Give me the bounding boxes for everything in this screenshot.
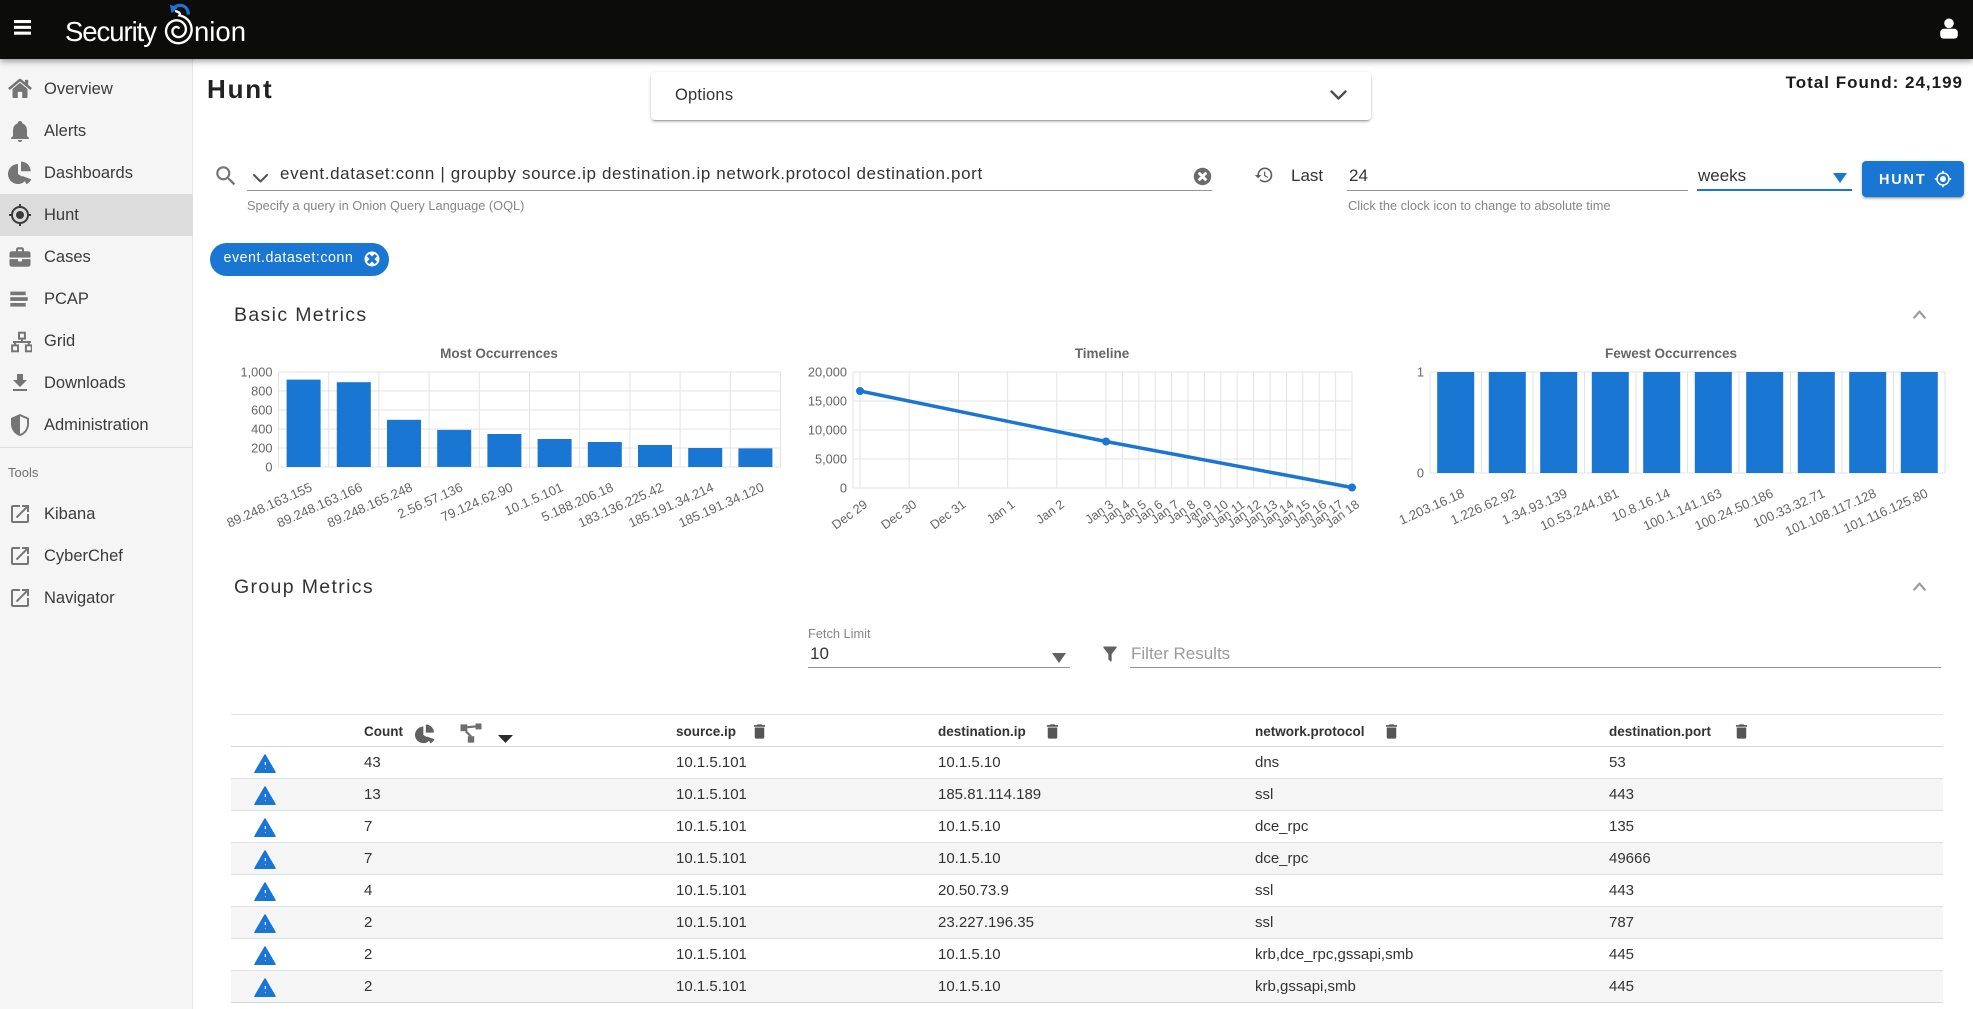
- svg-text:Jan 7: Jan 7: [1148, 497, 1181, 527]
- svg-text:Timeline: Timeline: [1075, 346, 1130, 361]
- svg-text:2.56.57.136: 2.56.57.136: [395, 480, 465, 522]
- svg-text:Jan 12: Jan 12: [1225, 497, 1264, 531]
- svg-text:101.116.125.80: 101.116.125.80: [1841, 486, 1930, 537]
- svg-text:Jan 2: Jan 2: [1034, 497, 1067, 527]
- svg-text:0: 0: [1417, 466, 1424, 481]
- svg-text:100.24.50.186: 100.24.50.186: [1692, 486, 1775, 534]
- svg-text:Jan 15: Jan 15: [1274, 497, 1313, 531]
- svg-text:Jan 4: Jan 4: [1099, 497, 1132, 527]
- svg-text:Jan 18: Jan 18: [1323, 497, 1362, 531]
- svg-text:400: 400: [251, 422, 272, 437]
- svg-text:Security: Security: [65, 16, 157, 47]
- svg-text:183.136.225.42: 183.136.225.42: [576, 480, 666, 531]
- svg-text:Jan 1: Jan 1: [984, 497, 1017, 527]
- svg-text:5,000: 5,000: [815, 452, 847, 467]
- svg-text:Jan 8: Jan 8: [1165, 497, 1198, 527]
- svg-text:0: 0: [265, 460, 272, 475]
- svg-text:Jan 17: Jan 17: [1307, 497, 1346, 531]
- svg-text:nion: nion: [194, 16, 246, 47]
- svg-text:185.191.34.214: 185.191.34.214: [626, 480, 716, 531]
- svg-text:Jan 10: Jan 10: [1192, 497, 1231, 531]
- svg-text:15,000: 15,000: [808, 394, 847, 409]
- svg-text:Fewest Occurrences: Fewest Occurrences: [1605, 346, 1737, 361]
- svg-text:1,000: 1,000: [240, 365, 272, 380]
- svg-text:Jan 13: Jan 13: [1241, 497, 1280, 531]
- svg-text:1: 1: [1417, 365, 1424, 380]
- svg-text:10.1.5.101: 10.1.5.101: [502, 480, 565, 519]
- svg-text:Jan 14: Jan 14: [1257, 497, 1296, 531]
- svg-text:Most Occurrences: Most Occurrences: [440, 346, 558, 361]
- svg-text:20,000: 20,000: [808, 365, 847, 380]
- svg-text:101.108.117.128: 101.108.117.128: [1783, 486, 1879, 540]
- svg-text:Dec 31: Dec 31: [928, 497, 969, 532]
- svg-text:Jan 6: Jan 6: [1132, 497, 1165, 527]
- svg-text:Jan 16: Jan 16: [1290, 497, 1329, 531]
- svg-text:0: 0: [840, 481, 847, 496]
- svg-text:Jan 3: Jan 3: [1083, 497, 1116, 527]
- svg-text:5.188.206.18: 5.188.206.18: [539, 480, 615, 525]
- svg-text:79.124.62.90: 79.124.62.90: [439, 480, 515, 525]
- svg-text:100.33.32.71: 100.33.32.71: [1751, 486, 1827, 531]
- svg-text:89.248.165.248: 89.248.165.248: [325, 480, 415, 531]
- svg-text:89.248.163.155: 89.248.163.155: [224, 480, 314, 531]
- svg-text:Jan 9: Jan 9: [1181, 497, 1214, 527]
- svg-text:600: 600: [251, 403, 272, 418]
- svg-text:800: 800: [251, 384, 272, 399]
- svg-text:Dec 30: Dec 30: [879, 497, 920, 532]
- svg-text:Jan 5: Jan 5: [1116, 497, 1149, 527]
- svg-text:Dec 29: Dec 29: [829, 497, 870, 532]
- svg-text:1.203.16.18: 1.203.16.18: [1397, 486, 1467, 528]
- svg-text:100.1.141.163: 100.1.141.163: [1641, 486, 1724, 534]
- svg-text:200: 200: [251, 441, 272, 456]
- svg-text:10,000: 10,000: [808, 423, 847, 438]
- svg-text:89.248.163.166: 89.248.163.166: [275, 480, 365, 531]
- svg-text:1.226.62.92: 1.226.62.92: [1448, 486, 1518, 528]
- svg-text:10.8.16.14: 10.8.16.14: [1609, 486, 1672, 525]
- svg-text:10.53.244.181: 10.53.244.181: [1538, 486, 1621, 534]
- svg-text:Jan 11: Jan 11: [1209, 497, 1247, 530]
- svg-text:185.191.34.120: 185.191.34.120: [676, 480, 766, 531]
- svg-text:1.34.93.139: 1.34.93.139: [1500, 486, 1570, 528]
